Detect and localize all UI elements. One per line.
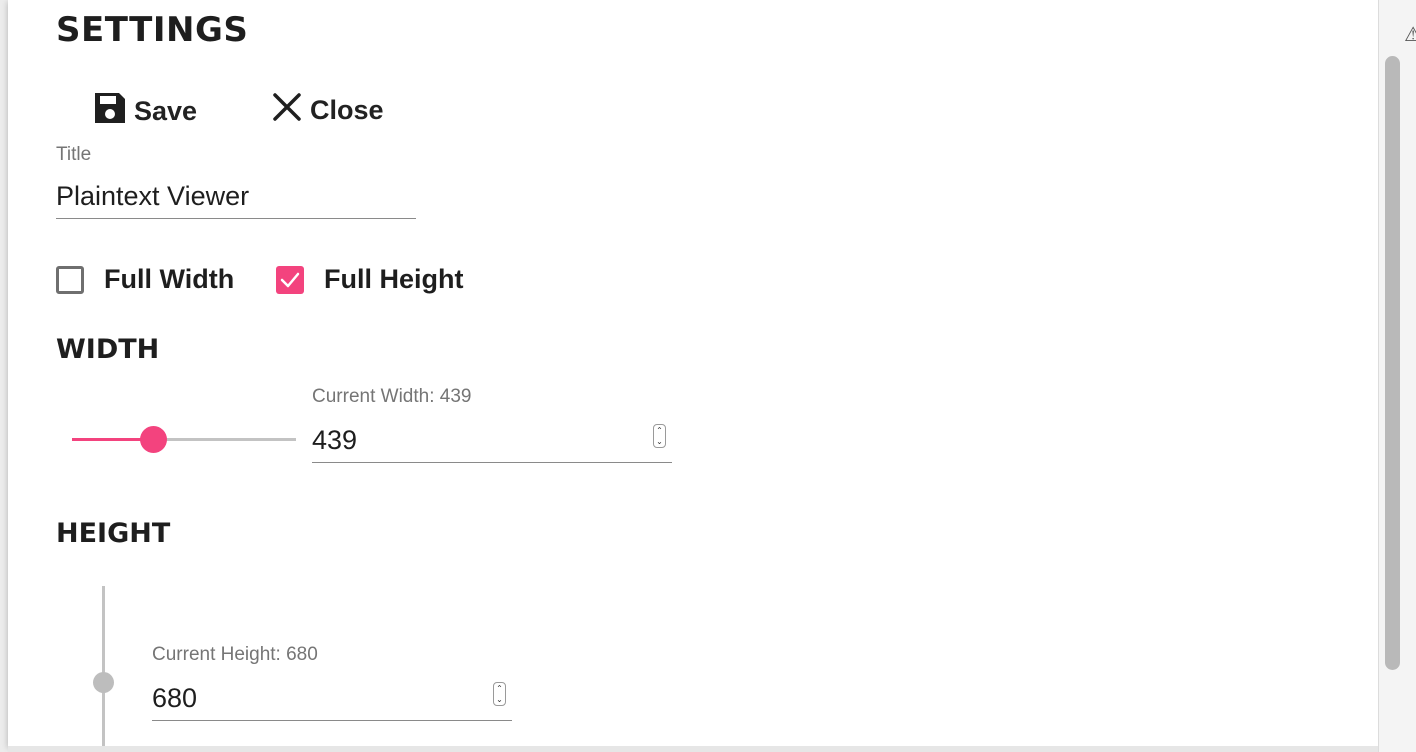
checkmark-icon: [280, 272, 300, 287]
full-height-checkbox[interactable]: Full Height: [276, 264, 463, 295]
height-input[interactable]: [152, 676, 512, 721]
close-button[interactable]: Close: [270, 90, 384, 131]
full-height-label: Full Height: [324, 264, 464, 294]
current-width-label: Current Width: 439: [312, 386, 472, 407]
close-icon: [270, 90, 304, 131]
full-width-label: Full Width: [104, 264, 235, 294]
width-input[interactable]: [312, 418, 672, 463]
scrollbar-thumb[interactable]: [1385, 56, 1400, 670]
height-slider-thumb[interactable]: [93, 672, 114, 693]
width-heading: WIDTH: [56, 334, 160, 365]
partial-icon: ⚠: [1404, 22, 1416, 46]
checkbox-unchecked[interactable]: [56, 265, 84, 294]
title-field-label: Title: [56, 144, 92, 165]
dialog-bottom-edge: [8, 746, 1378, 752]
height-heading: HEIGHT: [56, 518, 171, 549]
full-width-checkbox[interactable]: Full Width: [56, 264, 234, 295]
height-slider-track[interactable]: [102, 586, 105, 746]
floppy-disk-icon: [92, 90, 128, 133]
height-stepper[interactable]: ⌃ ⌄: [493, 682, 506, 706]
settings-dialog: SETTINGS Save Close Title Full Width: [8, 0, 1378, 746]
title-input[interactable]: [56, 174, 416, 219]
width-stepper[interactable]: ⌃ ⌄: [653, 424, 666, 448]
current-height-label: Current Height: 680: [152, 644, 318, 665]
close-label: Close: [310, 95, 384, 125]
page-title: SETTINGS: [56, 10, 249, 50]
save-label: Save: [134, 96, 198, 126]
save-button[interactable]: Save: [92, 90, 197, 133]
width-slider-thumb[interactable]: [140, 426, 167, 453]
checkbox-checked[interactable]: [276, 265, 304, 294]
